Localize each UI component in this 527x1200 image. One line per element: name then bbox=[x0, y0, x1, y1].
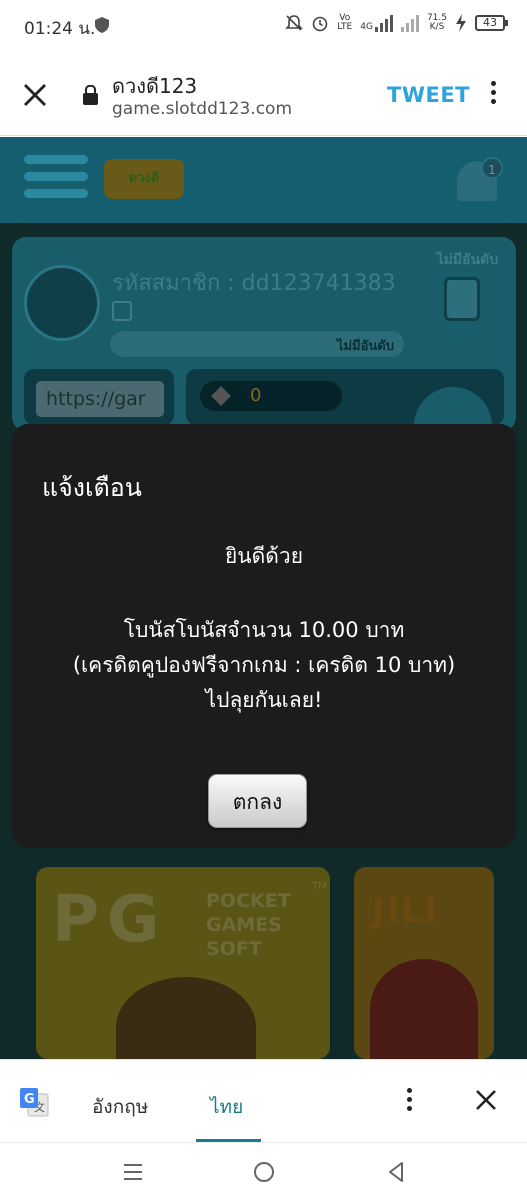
status-bar: 01:24 น. Vo LTE 4G 71.5 K/S 43 bbox=[0, 0, 527, 54]
member-code: รหัสสมาชิก : dd123741383 bbox=[112, 271, 396, 296]
signal-secondary-icon bbox=[400, 14, 419, 32]
google-translate-icon[interactable]: 文 G bbox=[18, 1086, 50, 1118]
home-icon[interactable] bbox=[251, 1159, 277, 1185]
net-gen-label: 4G bbox=[360, 22, 373, 32]
rank-bar-label: ไม่มีอันดับ bbox=[336, 339, 394, 354]
dialog-bonus-line: โบนัสโบนัสจำนวน 10.00 บาท bbox=[123, 618, 405, 642]
more-options-icon[interactable] bbox=[486, 81, 500, 109]
rank-label: ไม่มีอันดับ bbox=[436, 252, 498, 268]
volte-bottom: LTE bbox=[337, 22, 353, 32]
translate-bar: 文 G อังกฤษ ไทย bbox=[0, 1059, 527, 1143]
pg-soft-tile[interactable]: PG POCKET GAMES SOFT TM bbox=[36, 867, 330, 1059]
battery-icon: 43 bbox=[475, 15, 508, 31]
alert-dialog: แจ้งเตือน ยินดีด้วย โบนัสโบนัสจำนวน 10.0… bbox=[12, 424, 516, 848]
copy-icon[interactable] bbox=[112, 301, 132, 321]
pg-word: GAMES bbox=[206, 914, 282, 936]
system-nav-bar bbox=[0, 1142, 527, 1200]
game-header: ดวงดี 1 bbox=[0, 137, 527, 223]
avatar-icon[interactable] bbox=[24, 265, 100, 341]
pg-trademark: TM bbox=[312, 881, 327, 892]
close-icon[interactable] bbox=[22, 82, 48, 108]
rank-lock-icon bbox=[444, 277, 480, 321]
game-providers: PG POCKET GAMES SOFT TM JILI bbox=[0, 867, 527, 1059]
page-url: game.slotdd123.com bbox=[112, 99, 293, 119]
credit-value: 0 bbox=[250, 385, 262, 406]
rank-progress-bar: ไม่มีอันดับ bbox=[110, 331, 404, 357]
browser-toolbar: ดวงดี123 game.slotdd123.com TWEET bbox=[0, 54, 527, 136]
notification-count: 1 bbox=[481, 157, 503, 179]
status-icons: Vo LTE 4G 71.5 K/S 43 bbox=[285, 14, 508, 32]
dialog-closing-line: ไปลุยกันเลย! bbox=[205, 688, 323, 712]
network-speed: 71.5 K/S bbox=[427, 14, 447, 32]
status-time: 01:24 น. bbox=[24, 19, 96, 39]
shield-icon bbox=[95, 17, 109, 33]
signal-4g-icon: 4G bbox=[360, 14, 393, 32]
svg-text:G: G bbox=[24, 1092, 35, 1107]
diamond-icon bbox=[211, 386, 231, 406]
translate-more-icon[interactable] bbox=[402, 1088, 416, 1116]
pg-mascot-image bbox=[116, 977, 256, 1059]
pg-words: POCKET GAMES SOFT bbox=[206, 889, 291, 961]
site-logo[interactable]: ดวงดี bbox=[104, 159, 184, 199]
recent-apps-icon[interactable] bbox=[120, 1159, 146, 1185]
dialog-title: แจ้งเตือน bbox=[42, 473, 142, 502]
referral-box: https://gar bbox=[24, 369, 174, 425]
credit-balance: 0 bbox=[200, 381, 342, 411]
alarm-icon bbox=[312, 16, 328, 32]
menu-icon[interactable] bbox=[24, 155, 88, 206]
jili-logo-text: JILI bbox=[372, 891, 440, 931]
jili-tile[interactable]: JILI bbox=[354, 867, 494, 1059]
dialog-greeting: ยินดีด้วย bbox=[224, 544, 304, 568]
back-icon[interactable] bbox=[383, 1159, 409, 1185]
close-translate-icon[interactable] bbox=[474, 1088, 498, 1112]
mute-bell-icon bbox=[285, 15, 304, 31]
target-language-tab[interactable]: ไทย bbox=[210, 1092, 243, 1122]
tweet-button[interactable]: TWEET bbox=[387, 83, 470, 107]
pg-logo-text: PG bbox=[52, 883, 168, 957]
pg-word: POCKET bbox=[206, 890, 291, 912]
credit-box: 0 bbox=[186, 369, 504, 465]
referral-url-field[interactable]: https://gar bbox=[36, 381, 164, 417]
dialog-detail-line: (เครดิตคูปองฟรีจากเกม : เครดิต 10 บาท) bbox=[72, 653, 456, 677]
page-title: ดวงดี123 bbox=[112, 74, 198, 98]
volte-label: Vo LTE bbox=[337, 14, 352, 32]
charging-icon bbox=[456, 14, 466, 32]
lock-icon bbox=[83, 85, 98, 105]
pg-word: SOFT bbox=[206, 938, 262, 960]
jester-hat-image bbox=[370, 959, 478, 1059]
speed-unit: K/S bbox=[429, 22, 445, 32]
ok-button[interactable]: ตกลง bbox=[208, 774, 307, 828]
source-language-tab[interactable]: อังกฤษ bbox=[92, 1092, 148, 1122]
notification-bell-icon[interactable]: 1 bbox=[457, 157, 503, 205]
